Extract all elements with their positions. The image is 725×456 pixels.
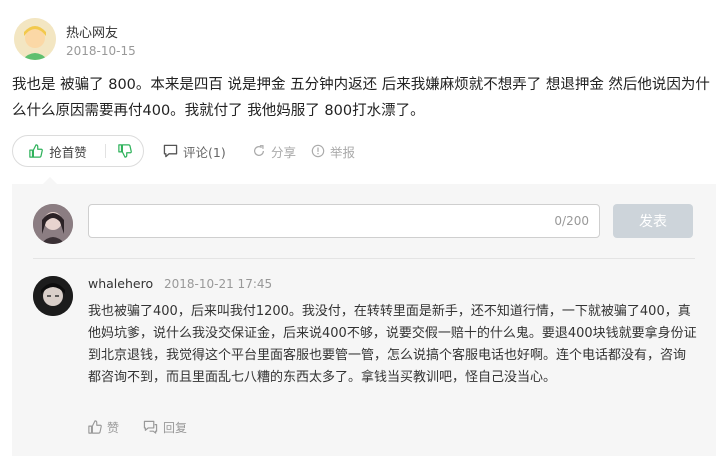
upvote-button[interactable]: 抢首赞 <box>13 136 103 166</box>
thumbs-down-icon <box>118 144 132 158</box>
commenter-avatar[interactable] <box>33 276 73 316</box>
comment-input[interactable]: 0/200 <box>88 204 600 238</box>
share-button[interactable]: 分享 <box>252 135 296 167</box>
comment-text: 我也被骗了400，后来叫我付1200。我没付，在转转里面是新手，还不知道行情，一… <box>88 304 697 385</box>
comment-reply-button[interactable]: 回复 <box>143 418 187 436</box>
thumbs-up-icon <box>29 144 44 158</box>
vote-group: 抢首赞 <box>12 135 144 167</box>
thumbs-up-icon <box>88 420 102 434</box>
comment-reply-label: 回复 <box>163 420 188 435</box>
current-user-avatar <box>33 204 73 244</box>
default-avatar-icon <box>14 18 56 60</box>
comment-time: 2018-10-21 17:45 <box>164 277 273 291</box>
comment-like-label: 赞 <box>107 420 120 435</box>
answer-username[interactable]: 热心网友 <box>66 22 118 41</box>
comment-label: 评论(1) <box>183 144 226 160</box>
submit-comment-button[interactable]: 发表 <box>613 204 693 238</box>
upvote-label: 抢首赞 <box>49 144 87 160</box>
comment-button[interactable]: 评论(1) <box>163 135 226 167</box>
vote-divider <box>105 144 106 158</box>
comment-like-button[interactable]: 赞 <box>88 418 119 436</box>
downvote-button[interactable] <box>109 136 141 166</box>
user-photo-icon <box>33 204 73 244</box>
comment-icon <box>163 144 178 158</box>
avatar[interactable] <box>14 18 56 60</box>
divider <box>33 258 695 259</box>
answer-text: 我也是 被骗了 800。本来是四百 说是押金 五分钟内返还 后来我嫌麻烦就不想弄… <box>12 77 710 119</box>
share-label: 分享 <box>271 144 297 160</box>
warning-icon <box>311 144 325 158</box>
commenter-photo-icon <box>33 276 73 316</box>
char-counter: 0/200 <box>554 214 589 228</box>
report-label: 举报 <box>330 144 356 160</box>
comment-username[interactable]: whalehero <box>88 276 153 291</box>
report-button[interactable]: 举报 <box>311 135 355 167</box>
share-icon <box>254 145 264 156</box>
reply-icon <box>143 420 158 434</box>
answer-date: 2018-10-15 <box>66 44 136 58</box>
